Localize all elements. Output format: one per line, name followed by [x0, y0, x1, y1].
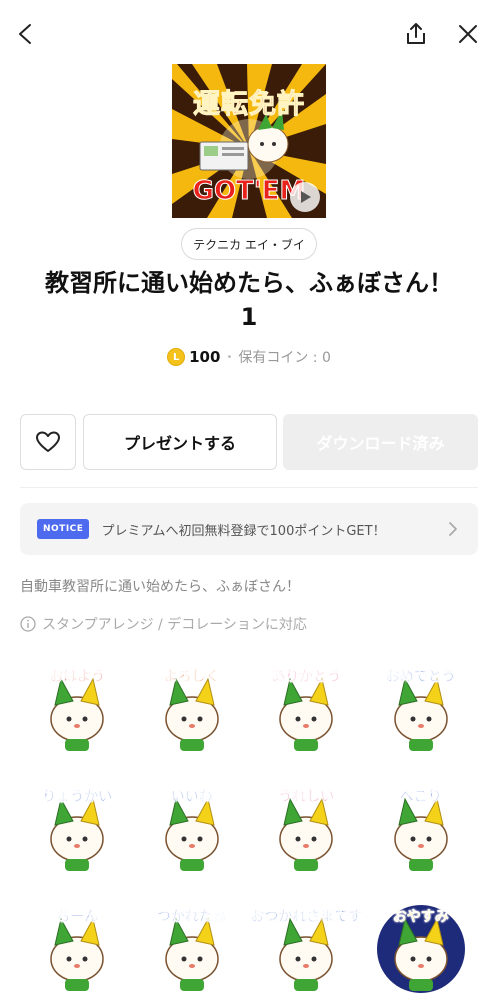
sticker-item[interactable]: ありがとう — [249, 652, 364, 766]
action-buttons: プレゼントする ダウンロード済み — [20, 414, 478, 470]
share-button[interactable] — [400, 18, 432, 50]
download-button[interactable]: ダウンロード済み — [283, 414, 478, 470]
sticker-image — [50, 917, 104, 991]
chevron-right-icon — [449, 522, 457, 536]
sticker-image — [394, 797, 448, 871]
owned-coins: 保有コイン : 0 — [238, 350, 331, 366]
top-bar — [0, 0, 498, 70]
sticker-item[interactable]: ちーん — [20, 892, 135, 999]
close-icon — [459, 25, 477, 43]
info-icon — [20, 616, 36, 632]
coin-icon: L — [167, 348, 186, 366]
chevron-left-icon — [19, 24, 31, 44]
sticker-item[interactable]: いいね — [135, 772, 250, 886]
sticker-item[interactable]: うれしい — [249, 772, 364, 886]
sticker-grid: おはよう よろしく ありがとう おめでとうりょうかい いいね うれしい ぺこりちーん つかれた… — [20, 652, 478, 999]
thumbnail-title: 運転免許 — [193, 89, 305, 121]
sticker-item[interactable]: つかれたぁ — [135, 892, 250, 999]
arrange-support-info[interactable]: スタンプアレンジ / デコレーションに対応 — [20, 614, 307, 634]
notice-badge: NOTICE — [37, 519, 90, 539]
share-icon — [407, 23, 425, 44]
present-button[interactable]: プレゼントする — [83, 414, 277, 470]
page-title: 教習所に通い始めたら、ふぁぼさん！ 1 — [45, 269, 453, 331]
close-button[interactable] — [452, 18, 484, 50]
sticker-image — [279, 797, 333, 871]
sticker-image — [165, 677, 219, 751]
sticker-image — [50, 677, 104, 751]
sticker-item[interactable]: おやすみ — [364, 892, 479, 999]
sticker-image — [165, 797, 219, 871]
sticker-pack-thumbnail[interactable]: 運転免許 GOT'EM — [172, 64, 326, 218]
sticker-image — [376, 905, 465, 993]
author-link[interactable]: テクニカ エイ・ブイ — [181, 228, 317, 260]
sticker-item[interactable]: りょうかい — [20, 772, 135, 886]
preview-play-button[interactable] — [290, 182, 320, 212]
pack-description: 自動車教習所に通い始めたら、ふぁぼさん！ — [20, 579, 300, 595]
sticker-image — [279, 917, 333, 991]
back-button[interactable] — [10, 18, 42, 50]
play-icon — [301, 191, 311, 203]
sticker-image — [279, 677, 333, 751]
sticker-image — [50, 797, 104, 871]
divider — [20, 487, 478, 488]
price-row: L 100 • 保有コイン : 0 — [0, 344, 498, 370]
sticker-image — [165, 917, 219, 991]
separator-dot: • — [226, 351, 233, 363]
price-amount: 100 — [189, 348, 221, 366]
heart-icon — [36, 431, 60, 452]
favorite-button[interactable] — [20, 414, 76, 470]
notice-text: プレミアムへ初回無料登録で100ポイントGET！ — [101, 523, 386, 539]
sticker-item[interactable]: おめでとう — [364, 652, 479, 766]
sticker-item[interactable]: よろしく — [135, 652, 250, 766]
notice-banner[interactable]: NOTICE プレミアムへ初回無料登録で100ポイントGET！ — [20, 503, 478, 555]
sticker-item[interactable]: ぺこり — [364, 772, 479, 886]
info-text: スタンプアレンジ / デコレーションに対応 — [42, 617, 307, 633]
sticker-item[interactable]: おはよう — [20, 652, 135, 766]
sticker-image — [394, 677, 448, 751]
sticker-item[interactable]: おつかれさまです — [249, 892, 364, 999]
